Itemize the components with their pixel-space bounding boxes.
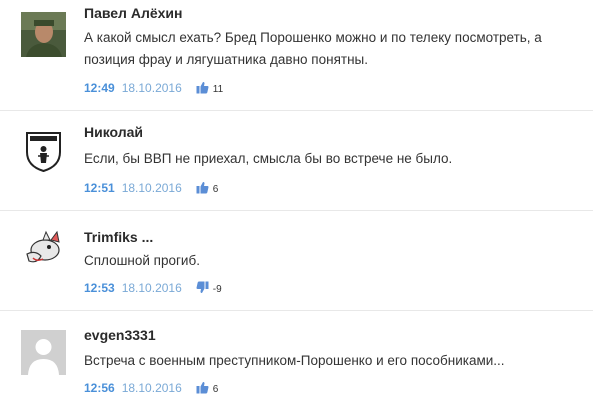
rating-count: -9 [212, 284, 222, 295]
divider [0, 310, 593, 311]
comment-date: 18.10.2016 [121, 181, 182, 195]
comment-text-line: А какой смысл ехать? Бред Порошенко можн… [84, 30, 542, 45]
thumbs-up-icon[interactable] [196, 81, 209, 97]
comment-time[interactable]: 12:56 [84, 381, 115, 395]
comment-text-line: Если, бы ВВП не приехал, смысла бы во вс… [84, 151, 453, 166]
comment-date: 18.10.2016 [121, 281, 182, 295]
avatar[interactable] [21, 228, 66, 273]
comment-author[interactable]: Trimfiks ... [84, 229, 153, 245]
comment-meta: 12:53 18.10.2016 -9 [84, 281, 222, 297]
thumbs-down-icon[interactable] [196, 281, 209, 297]
avatar[interactable] [21, 128, 66, 173]
comment-time[interactable]: 12:53 [84, 281, 115, 295]
comment-text-line: Встреча с военным преступником-Порошенко… [84, 353, 505, 368]
shield-emblem-icon [21, 128, 66, 173]
divider [0, 110, 593, 111]
rating-count: 6 [212, 384, 219, 395]
comment-meta: 12:51 18.10.2016 6 [84, 181, 218, 197]
comment-text-line: Сплошной прогиб. [84, 253, 200, 268]
avatar[interactable] [21, 12, 66, 57]
thumbs-up-icon[interactable] [196, 381, 209, 397]
comment-text: Встреча с военным преступником-Порошенко… [84, 350, 574, 372]
comment-text: А какой смысл ехать? Бред Порошенко можн… [84, 27, 574, 71]
comment-time[interactable]: 12:49 [84, 81, 115, 95]
comment-author[interactable]: Павел Алёхин [84, 5, 182, 21]
user-photo-icon [21, 12, 66, 57]
comment-text: Сплошной прогиб. [84, 250, 574, 272]
comment-time[interactable]: 12:51 [84, 181, 115, 195]
comment-date: 18.10.2016 [121, 381, 182, 395]
rating-count: 11 [212, 84, 224, 95]
divider [0, 210, 593, 211]
comment-meta: 12:49 18.10.2016 11 [84, 81, 223, 97]
rating-count: 6 [212, 184, 219, 195]
comment-date: 18.10.2016 [121, 81, 182, 95]
comment-text: Если, бы ВВП не приехал, смысла бы во вс… [84, 148, 574, 170]
comment-text-line: позиция фрау и лягушатника давно понятны… [84, 52, 368, 67]
thumbs-up-icon[interactable] [196, 181, 209, 197]
comment-meta: 12:56 18.10.2016 6 [84, 381, 218, 397]
comment-author[interactable]: Николай [84, 124, 143, 140]
avatar[interactable] [21, 330, 66, 375]
comment-author[interactable]: evgen3331 [84, 327, 156, 343]
cartoon-wolf-icon [21, 228, 66, 273]
default-user-icon [21, 330, 66, 375]
